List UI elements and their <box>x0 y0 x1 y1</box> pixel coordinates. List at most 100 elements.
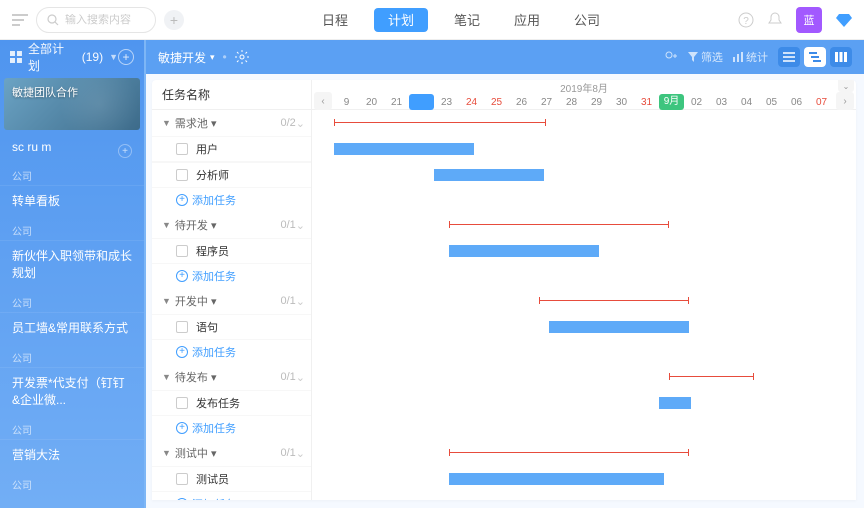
section-header[interactable]: ▼待发布 ▾0/1⌄ <box>152 364 311 390</box>
section-header[interactable]: ▼测试中 ▾0/1⌄ <box>152 440 311 466</box>
date-cell[interactable]: 04 <box>734 97 759 108</box>
section-menu-icon[interactable]: ⌄ <box>296 295 305 308</box>
date-cell[interactable]: 31 <box>634 97 659 108</box>
date-cell[interactable]: 20 <box>359 97 384 108</box>
chevron-down-icon: ▼ <box>162 372 171 382</box>
task-row[interactable]: 发布任务 <box>152 390 311 416</box>
section-header[interactable]: ▼待开发 ▾0/1⌄ <box>152 212 311 238</box>
nav-tab-4[interactable]: 公司 <box>566 0 608 40</box>
date-cell[interactable]: 26 <box>509 97 534 108</box>
nav-tabs: 日程计划笔记应用公司 <box>192 0 730 40</box>
add-task-button[interactable]: +添加任务 <box>152 340 311 364</box>
date-cell[interactable]: 9月 <box>659 94 684 110</box>
gantt-bar[interactable] <box>549 321 689 333</box>
search-box[interactable] <box>36 7 156 33</box>
date-cell[interactable]: 30 <box>609 97 634 108</box>
task-row[interactable]: 用户 <box>152 136 311 162</box>
add-task-button[interactable]: +添加任务 <box>152 188 311 212</box>
search-input[interactable] <box>65 14 145 26</box>
gantt-month: 2019年8月 <box>312 80 856 94</box>
section-menu-icon[interactable]: ⌄ <box>296 219 305 232</box>
checkbox[interactable] <box>176 245 188 257</box>
gantt-bar[interactable] <box>449 473 664 485</box>
sidebar-project[interactable]: 营销大法公司 <box>0 439 144 494</box>
date-cell[interactable]: 23 <box>434 97 459 108</box>
stats-btn[interactable]: 统计 <box>733 49 768 65</box>
date-cell[interactable]: 05 <box>759 97 784 108</box>
sidebar-project[interactable]: 开发票*代支付（钉钉&企业微...公司 <box>0 367 144 439</box>
date-cell[interactable]: 25 <box>484 97 509 108</box>
section-header[interactable]: ▼需求池 ▾0/2⌄ <box>152 110 311 136</box>
gantt-next-icon[interactable]: › <box>836 92 854 110</box>
date-cell[interactable]: 27 <box>534 97 559 108</box>
checkbox[interactable] <box>176 143 188 155</box>
add-task-button[interactable]: +添加任务 <box>152 492 311 500</box>
task-name: 程序员 <box>196 243 229 259</box>
date-cell[interactable]: 9 <box>334 97 359 108</box>
date-cell[interactable]: 07 <box>809 97 834 108</box>
checkbox[interactable] <box>176 397 188 409</box>
user-plus-icon[interactable] <box>664 51 678 63</box>
menu-icon[interactable] <box>12 14 28 26</box>
collapse-icon[interactable]: ⌄ <box>838 80 854 92</box>
view-list-icon[interactable] <box>778 47 800 67</box>
plus-icon: + <box>176 194 188 206</box>
date-cell[interactable]: 24 <box>459 97 484 108</box>
view-board-icon[interactable] <box>830 47 852 67</box>
section-menu-icon[interactable]: ⌄ <box>296 117 305 130</box>
checkbox[interactable] <box>176 473 188 485</box>
date-cell[interactable] <box>409 94 434 110</box>
sidebar-add-icon[interactable]: + <box>118 49 134 65</box>
gantt-prev-icon[interactable]: ‹ <box>314 92 332 110</box>
date-cell[interactable]: 02 <box>684 97 709 108</box>
chevron-down-icon: ▼ <box>162 220 171 230</box>
view-gantt-icon[interactable] <box>804 47 826 67</box>
task-row[interactable]: 语句 <box>152 314 311 340</box>
section-header[interactable]: ▼开发中 ▾0/1⌄ <box>152 288 311 314</box>
add-button[interactable]: + <box>164 10 184 30</box>
add-task-button[interactable]: +添加任务 <box>152 416 311 440</box>
project-dropdown[interactable]: 敏捷开发 ▾ <box>158 49 215 66</box>
settings-icon[interactable] <box>235 50 249 64</box>
diamond-icon[interactable] <box>836 13 852 27</box>
user-avatar[interactable]: 蓝 <box>796 7 822 33</box>
gantt-bar[interactable] <box>659 397 691 409</box>
task-name: 分析师 <box>196 167 229 183</box>
task-name: 发布任务 <box>196 395 240 411</box>
sidebar-title[interactable]: 全部计划 (19) ▼ <box>10 40 118 74</box>
date-cell[interactable]: 03 <box>709 97 734 108</box>
nav-tab-1[interactable]: 计划 <box>374 8 428 32</box>
chevron-down-icon: ▼ <box>162 448 171 458</box>
date-cell[interactable]: 29 <box>584 97 609 108</box>
task-row[interactable]: 程序员 <box>152 238 311 264</box>
nav-tab-2[interactable]: 笔记 <box>446 0 488 40</box>
add-task-button[interactable]: +添加任务 <box>152 264 311 288</box>
task-name: 测试员 <box>196 471 229 487</box>
date-cell[interactable]: 21 <box>384 97 409 108</box>
bell-icon[interactable] <box>768 12 782 28</box>
sidebar-project[interactable]: 员工墙&常用联系方式公司 <box>0 312 144 367</box>
sidebar-project[interactable]: 转单看板公司 <box>0 185 144 240</box>
sidebar-project-hero[interactable]: 敏捷团队合作 <box>4 78 140 130</box>
help-icon[interactable]: ? <box>738 12 754 28</box>
nav-tab-3[interactable]: 应用 <box>506 0 548 40</box>
sidebar-project[interactable]: sc ru m公司+ <box>0 134 144 185</box>
checkbox[interactable] <box>176 169 188 181</box>
nav-tab-0[interactable]: 日程 <box>314 0 356 40</box>
chevron-down-icon: ▼ <box>162 118 171 128</box>
task-name: 用户 <box>196 141 218 157</box>
checkbox[interactable] <box>176 321 188 333</box>
section-menu-icon[interactable]: ⌄ <box>296 447 305 460</box>
filter-btn[interactable]: 筛选 <box>688 49 723 65</box>
gantt-bar[interactable] <box>434 169 544 181</box>
sidebar-project[interactable]: 新伙伴入职领带和成长规划公司 <box>0 240 144 312</box>
project-plus-icon[interactable]: + <box>118 144 132 158</box>
date-cell[interactable]: 06 <box>784 97 809 108</box>
task-row[interactable]: 分析师 <box>152 162 311 188</box>
section-menu-icon[interactable]: ⌄ <box>296 371 305 384</box>
sidebar: 全部计划 (19) ▼ + 敏捷团队合作sc ru m公司+转单看板公司新伙伴入… <box>0 40 146 508</box>
gantt-bar[interactable] <box>334 143 474 155</box>
date-cell[interactable]: 28 <box>559 97 584 108</box>
task-row[interactable]: 测试员 <box>152 466 311 492</box>
gantt-bar[interactable] <box>449 245 599 257</box>
